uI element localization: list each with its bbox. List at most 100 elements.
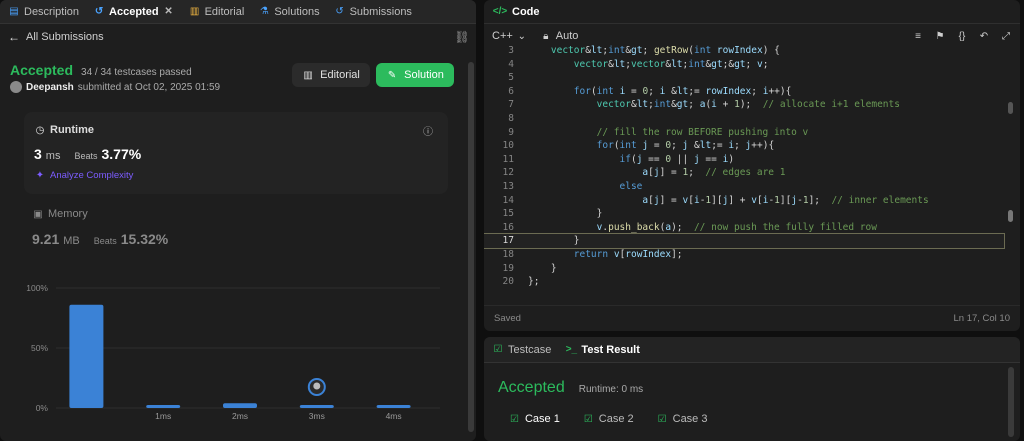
tab-submissions[interactable]: ↺ Submissions <box>334 6 412 18</box>
code-line[interactable]: 10 for(int j = 0; j &lt;= i; j++){ <box>484 139 1004 153</box>
flask-icon: ⚗ <box>259 6 269 17</box>
braces-icon[interactable]: {} <box>956 30 968 42</box>
cursor-position: Ln 17, Col 10 <box>953 313 1010 324</box>
line-number: 4 <box>508 58 514 70</box>
memory-value: 9.21 <box>32 231 60 247</box>
code-line[interactable]: 16 v.push_back(a); // now push the fully… <box>484 221 1004 235</box>
back-link[interactable]: ← All Submissions <box>8 30 104 44</box>
book-icon: ▥ <box>303 69 313 81</box>
description-icon: ▤ <box>9 6 19 17</box>
line-number: 14 <box>502 194 514 206</box>
memory-title: Memory <box>48 208 88 220</box>
runtime-distribution-chart: 100% 50% 0% 1ms 2ms 3ms 4ms <box>26 283 440 421</box>
sparkle-icon: ✦ <box>35 169 45 181</box>
link-icon[interactable]: ⛓ <box>454 30 469 44</box>
runtime-values: 3 ms Beats 3.77% <box>34 146 141 162</box>
case-tab-1[interactable]: ☑ Case 1 <box>510 413 560 425</box>
code-line[interactable]: 20}; <box>484 275 1004 289</box>
line-number: 5 <box>508 72 514 84</box>
code-line[interactable]: 15 } <box>484 207 1004 221</box>
code-header: </> Code <box>484 0 1020 24</box>
code-line[interactable]: 6 for(int i = 0; i &lt;= rowIndex; i++){ <box>484 85 1004 99</box>
tab-testcase[interactable]: ☑ Testcase <box>492 344 552 356</box>
test-result-panel: ☑ Testcase >_ Test Result Accepted Runti… <box>484 337 1020 441</box>
code-text: } <box>528 235 580 247</box>
code-text: vector&lt;int&gt; a(i + 1); // allocate … <box>596 99 900 111</box>
case-label: Case 1 <box>524 413 560 425</box>
code-line[interactable]: 4 vector&lt;vector&lt;int&gt;&gt; v; <box>484 58 1004 72</box>
line-number: 18 <box>502 248 514 260</box>
code-line[interactable]: 9 // fill the row BEFORE pushing into v <box>484 126 1004 140</box>
auto-mode-toggle[interactable]: 🔒︎ Auto <box>540 30 578 42</box>
tab-label: Description <box>24 5 80 18</box>
code-line[interactable]: 3 vector&lt;int&gt; getRow(int rowIndex)… <box>484 44 1004 58</box>
editor-status-bar: Saved Ln 17, Col 10 <box>484 305 1020 331</box>
tab-test-result[interactable]: >_ Test Result <box>565 344 640 356</box>
chevron-down-icon: ⌄ <box>517 30 526 42</box>
tab-label: Solutions <box>274 5 320 18</box>
line-number: 16 <box>502 221 514 233</box>
code-line[interactable]: 12 a[j] = 1; // edges are 1 <box>484 166 1004 180</box>
tab-description[interactable]: ▤ Description <box>8 6 79 18</box>
case-list: ☑ Case 1 ☑ Case 2 ☑ Case 3 <box>510 413 707 425</box>
code-line[interactable]: 18 return v[rowIndex]; <box>484 248 1004 262</box>
code-text: for(int i = 0; i &lt;= rowIndex; i++){ <box>573 85 792 97</box>
check-icon: ☑ <box>510 413 519 425</box>
code-line[interactable]: 17 } <box>484 233 1005 249</box>
code-text: a[j] = 1; // edges are 1 <box>642 167 786 179</box>
code-scrollbar[interactable] <box>1008 102 1013 114</box>
tab-solutions[interactable]: ⚗ Solutions <box>258 5 320 18</box>
memory-title-row: ▣ Memory <box>32 208 88 220</box>
case-tab-3[interactable]: ☑ Case 3 <box>658 413 708 425</box>
x-tick-label: 3ms <box>309 411 325 421</box>
bookmark-icon[interactable]: ⚑ <box>934 30 946 42</box>
code-text: v.push_back(a); // now push the fully fi… <box>596 221 877 233</box>
tab-label: Accepted <box>109 5 159 18</box>
runtime-title: Runtime <box>50 124 94 136</box>
editorial-button[interactable]: ▥ Editorial <box>292 63 370 87</box>
code-text: return v[rowIndex]; <box>573 248 683 260</box>
memory-card[interactable]: ▣ Memory 9.21 MB Beats 15.32% <box>24 198 448 258</box>
line-number: 17 <box>502 235 514 247</box>
code-text: // fill the row BEFORE pushing into v <box>596 126 809 138</box>
code-line[interactable]: 5 <box>484 71 1004 85</box>
check-icon: ☑ <box>657 413 667 425</box>
submission-panel: ▤ Description ↺ Accepted ✕ ▥ Editorial ⚗… <box>0 0 476 441</box>
code-text: } <box>528 262 557 274</box>
username[interactable]: Deepansh <box>26 82 74 93</box>
tab-accepted[interactable]: ↺ Accepted ✕ <box>93 6 175 18</box>
code-editor[interactable]: 3 vector&lt;int&gt; getRow(int rowIndex)… <box>484 44 1005 289</box>
result-status: Accepted <box>10 62 74 78</box>
line-number: 11 <box>502 153 514 165</box>
x-tick-label: 4ms <box>386 411 402 421</box>
code-line[interactable]: 19 } <box>484 262 1004 276</box>
code-line[interactable]: 8 <box>484 112 1004 126</box>
solution-button[interactable]: ✎ Solution <box>376 63 454 87</box>
test-tab-bar: ☑ Testcase >_ Test Result <box>484 337 1020 363</box>
language-select[interactable]: C++ ⌄ <box>492 30 528 42</box>
reset-icon[interactable]: ↶ <box>978 30 990 42</box>
avatar-icon <box>313 382 321 390</box>
test-result-header: Accepted Runtime: 0 ms <box>498 379 643 397</box>
runtime-card[interactable]: ◷ Runtime ⓘ 3 ms Beats 3.77% ✦ Analyze C… <box>24 112 448 194</box>
tab-editorial[interactable]: ▥ Editorial <box>189 6 244 18</box>
back-label: All Submissions <box>26 31 104 43</box>
code-text: vector&lt;int&gt; getRow(int rowIndex) { <box>550 45 780 56</box>
test-scrollbar[interactable] <box>1008 367 1014 437</box>
info-icon[interactable]: ⓘ <box>422 124 434 138</box>
testcases-passed: 34 / 34 testcases passed <box>81 67 192 78</box>
left-scrollbar[interactable] <box>468 62 474 432</box>
format-icon[interactable]: ≡ <box>912 30 924 42</box>
save-status: Saved <box>494 313 521 324</box>
code-scrollbar-thumb-2[interactable] <box>1008 210 1013 222</box>
code-line[interactable]: 11 if(j == 0 || j == i) <box>484 153 1004 167</box>
code-line[interactable]: 7 vector&lt;int&gt; a(i + 1); // allocat… <box>484 98 1004 112</box>
code-text: a[j] = v[i-1][j] + v[i-1][j-1]; // inner… <box>642 194 929 206</box>
history-icon: ↺ <box>94 6 104 17</box>
analyze-complexity-link[interactable]: ✦ Analyze Complexity <box>34 169 134 181</box>
case-tab-2[interactable]: ☑ Case 2 <box>584 413 634 425</box>
code-line[interactable]: 14 a[j] = v[i-1][j] + v[i-1][j-1]; // in… <box>484 194 1004 208</box>
code-line[interactable]: 13 else <box>484 180 1004 194</box>
close-icon[interactable]: ✕ <box>163 6 175 18</box>
fullscreen-icon[interactable]: ⤢ <box>1000 30 1012 42</box>
